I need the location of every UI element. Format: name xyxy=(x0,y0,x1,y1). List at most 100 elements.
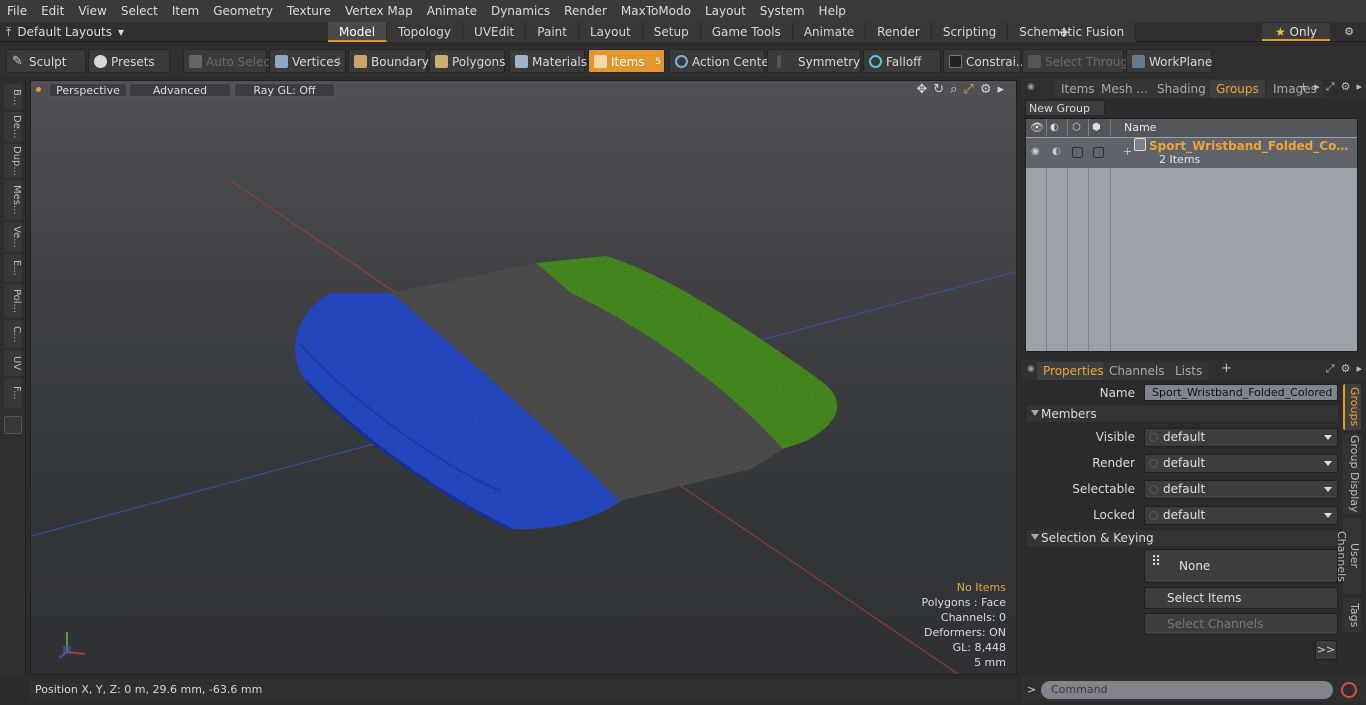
visible-dropdown[interactable]: default xyxy=(1144,428,1338,447)
row-lock-checkbox[interactable] xyxy=(1072,147,1083,158)
tab-topology[interactable]: Topology xyxy=(387,22,464,42)
record-icon[interactable] xyxy=(1341,682,1357,698)
symmetry-button[interactable]: Symmetry xyxy=(767,49,861,73)
row-render-icon[interactable]: ◐ xyxy=(1052,146,1061,157)
only-toggle[interactable]: ★ Only xyxy=(1262,23,1330,41)
select-items-button[interactable]: Select Items xyxy=(1144,587,1338,609)
polygons-button[interactable]: Polygons xyxy=(429,49,505,73)
left-tab-vertex[interactable]: Ve... xyxy=(4,222,22,252)
panel-arrow-icon[interactable]: ▸ xyxy=(1356,362,1362,376)
members-section[interactable]: Members xyxy=(1027,406,1338,422)
tab-game-tools[interactable]: Game Tools xyxy=(700,22,793,42)
add-tab-icon[interactable]: + xyxy=(1221,361,1232,376)
group-row[interactable]: ◉ ◐ + Sport_Wristband_Folded_Colored 2 I… xyxy=(1026,138,1357,168)
tab-channels[interactable]: Channels xyxy=(1103,362,1171,380)
gear-icon[interactable]: ⚙ xyxy=(1338,22,1360,42)
menu-item[interactable]: Item xyxy=(165,0,206,22)
advanced-dropdown[interactable]: Advanced xyxy=(129,83,231,97)
viewport-gear-icon[interactable]: ⚙ xyxy=(980,82,992,97)
row-eye-icon[interactable]: ◉ xyxy=(1031,146,1040,157)
menu-render[interactable]: Render xyxy=(557,0,614,22)
pan-icon[interactable]: ✥ xyxy=(916,82,927,97)
tab-items[interactable]: Items xyxy=(1055,80,1101,98)
name-field[interactable]: Sport_Wristband_Folded_Colored (3) xyxy=(1144,384,1338,401)
maximize-icon[interactable]: ⤢ xyxy=(963,82,973,97)
menu-vertex-map[interactable]: Vertex Map xyxy=(338,0,420,22)
3d-viewport[interactable]: Perspective Advanced Ray GL: Off ✥ ↻ ⌕ ⤢… xyxy=(30,80,1017,675)
selectable-dropdown[interactable]: default xyxy=(1144,480,1338,499)
left-tab-toggle[interactable] xyxy=(4,416,22,434)
chevron-right-icon[interactable]: ▸ xyxy=(1314,80,1320,94)
vtab-user-channels[interactable]: User Channels xyxy=(1335,518,1361,594)
expand-plus-icon[interactable]: + xyxy=(1123,145,1132,158)
vtab-tags[interactable]: Tags xyxy=(1343,598,1361,632)
new-group-button[interactable]: New Group xyxy=(1025,100,1105,116)
expand-icon[interactable]: ⤢ xyxy=(1326,362,1335,376)
tab-shading[interactable]: Shading xyxy=(1151,80,1212,98)
tab-animate[interactable]: Animate xyxy=(792,22,867,42)
tab-scripting[interactable]: Scripting xyxy=(931,22,1009,42)
add-tab-button[interactable]: + xyxy=(1056,22,1072,42)
tab-lists[interactable]: Lists xyxy=(1169,362,1209,380)
menu-layout[interactable]: Layout xyxy=(698,0,753,22)
materials-button[interactable]: Materials xyxy=(509,49,587,73)
auto-select-button[interactable]: Auto Select xyxy=(183,49,275,73)
tab-layout[interactable]: Layout xyxy=(578,22,643,42)
eye-icon[interactable]: 👁 xyxy=(1030,121,1044,135)
tab-render[interactable]: Render xyxy=(866,22,932,42)
lock-cube-icon[interactable]: ⬡ xyxy=(1072,121,1086,135)
menu-texture[interactable]: Texture xyxy=(280,0,338,22)
perspective-dropdown[interactable]: Perspective xyxy=(49,83,127,97)
vtab-group-display[interactable]: Group Display xyxy=(1343,434,1361,514)
panel-arrow-icon[interactable]: ▸ xyxy=(1356,80,1362,94)
tab-properties[interactable]: Properties xyxy=(1037,362,1110,380)
tab-uvedit[interactable]: UVEdit xyxy=(463,22,527,42)
render-dropdown[interactable]: default xyxy=(1144,454,1338,473)
play-arrow-icon[interactable]: ▸ xyxy=(997,82,1004,97)
name-column-header[interactable]: Name xyxy=(1124,119,1156,137)
vertices-button[interactable]: Vertices 1 xyxy=(269,49,346,73)
selection-keying-section[interactable]: Selection & Keying xyxy=(1027,530,1338,546)
menu-animate[interactable]: Animate xyxy=(420,0,484,22)
tab-schematic-fusion[interactable]: Schematic Fusion xyxy=(1008,22,1137,42)
select-channels-button[interactable]: Select Channels xyxy=(1144,613,1338,635)
menu-help[interactable]: Help xyxy=(812,0,853,22)
panel-gear-icon[interactable]: ⚙ xyxy=(1341,80,1351,94)
left-tab-basic[interactable]: B... xyxy=(4,84,22,110)
sculpt-button[interactable]: ✎ Sculpt xyxy=(6,49,86,73)
left-tab-deform[interactable]: De... xyxy=(4,112,22,142)
tab-paint[interactable]: Paint xyxy=(526,22,579,42)
tab-setup[interactable]: Setup xyxy=(642,22,701,42)
tab-groups[interactable]: Groups xyxy=(1210,80,1265,98)
left-tab-curve[interactable]: C... xyxy=(4,320,22,348)
action-center-button[interactable]: Action Center xyxy=(669,49,774,73)
none-selection-button[interactable]: ⠿ None xyxy=(1144,549,1338,583)
items-button[interactable]: Items 5 xyxy=(588,49,665,73)
tab-model[interactable]: Model xyxy=(328,22,388,42)
panel-gear-icon[interactable]: ⚙ xyxy=(1341,362,1351,376)
raygl-dropdown[interactable]: Ray GL: Off xyxy=(234,83,335,97)
left-tab-fusion[interactable]: F... xyxy=(4,378,22,408)
menu-edit[interactable]: Edit xyxy=(34,0,71,22)
rotate-icon[interactable]: ↻ xyxy=(933,82,944,97)
menu-maxtomodo[interactable]: MaxToModo xyxy=(614,0,698,22)
row-select-checkbox[interactable] xyxy=(1093,147,1104,158)
command-input[interactable]: Command xyxy=(1041,681,1333,699)
wristband-model[interactable] xyxy=(295,256,838,531)
select-cube-icon[interactable]: ⬢ xyxy=(1092,121,1106,135)
left-tab-mesh[interactable]: Mes... xyxy=(4,180,22,220)
boundary-button[interactable]: Boundary xyxy=(348,49,429,73)
menu-geometry[interactable]: Geometry xyxy=(206,0,280,22)
add-tab-icon[interactable]: + xyxy=(1299,80,1308,94)
locked-dropdown[interactable]: default xyxy=(1144,506,1338,525)
left-tab-uv[interactable]: UV xyxy=(4,350,22,376)
constraints-button[interactable]: Constrai... xyxy=(943,49,1027,73)
group-name[interactable]: Sport_Wristband_Folded_Colored xyxy=(1149,139,1349,153)
falloff-button[interactable]: Falloff xyxy=(863,49,941,73)
menu-view[interactable]: View xyxy=(71,0,113,22)
tab-mesh[interactable]: Mesh ... xyxy=(1095,80,1154,98)
expand-more-button[interactable]: >> xyxy=(1315,640,1337,660)
menu-dynamics[interactable]: Dynamics xyxy=(484,0,557,22)
left-tab-edge[interactable]: E... xyxy=(4,254,22,282)
menu-select[interactable]: Select xyxy=(114,0,165,22)
